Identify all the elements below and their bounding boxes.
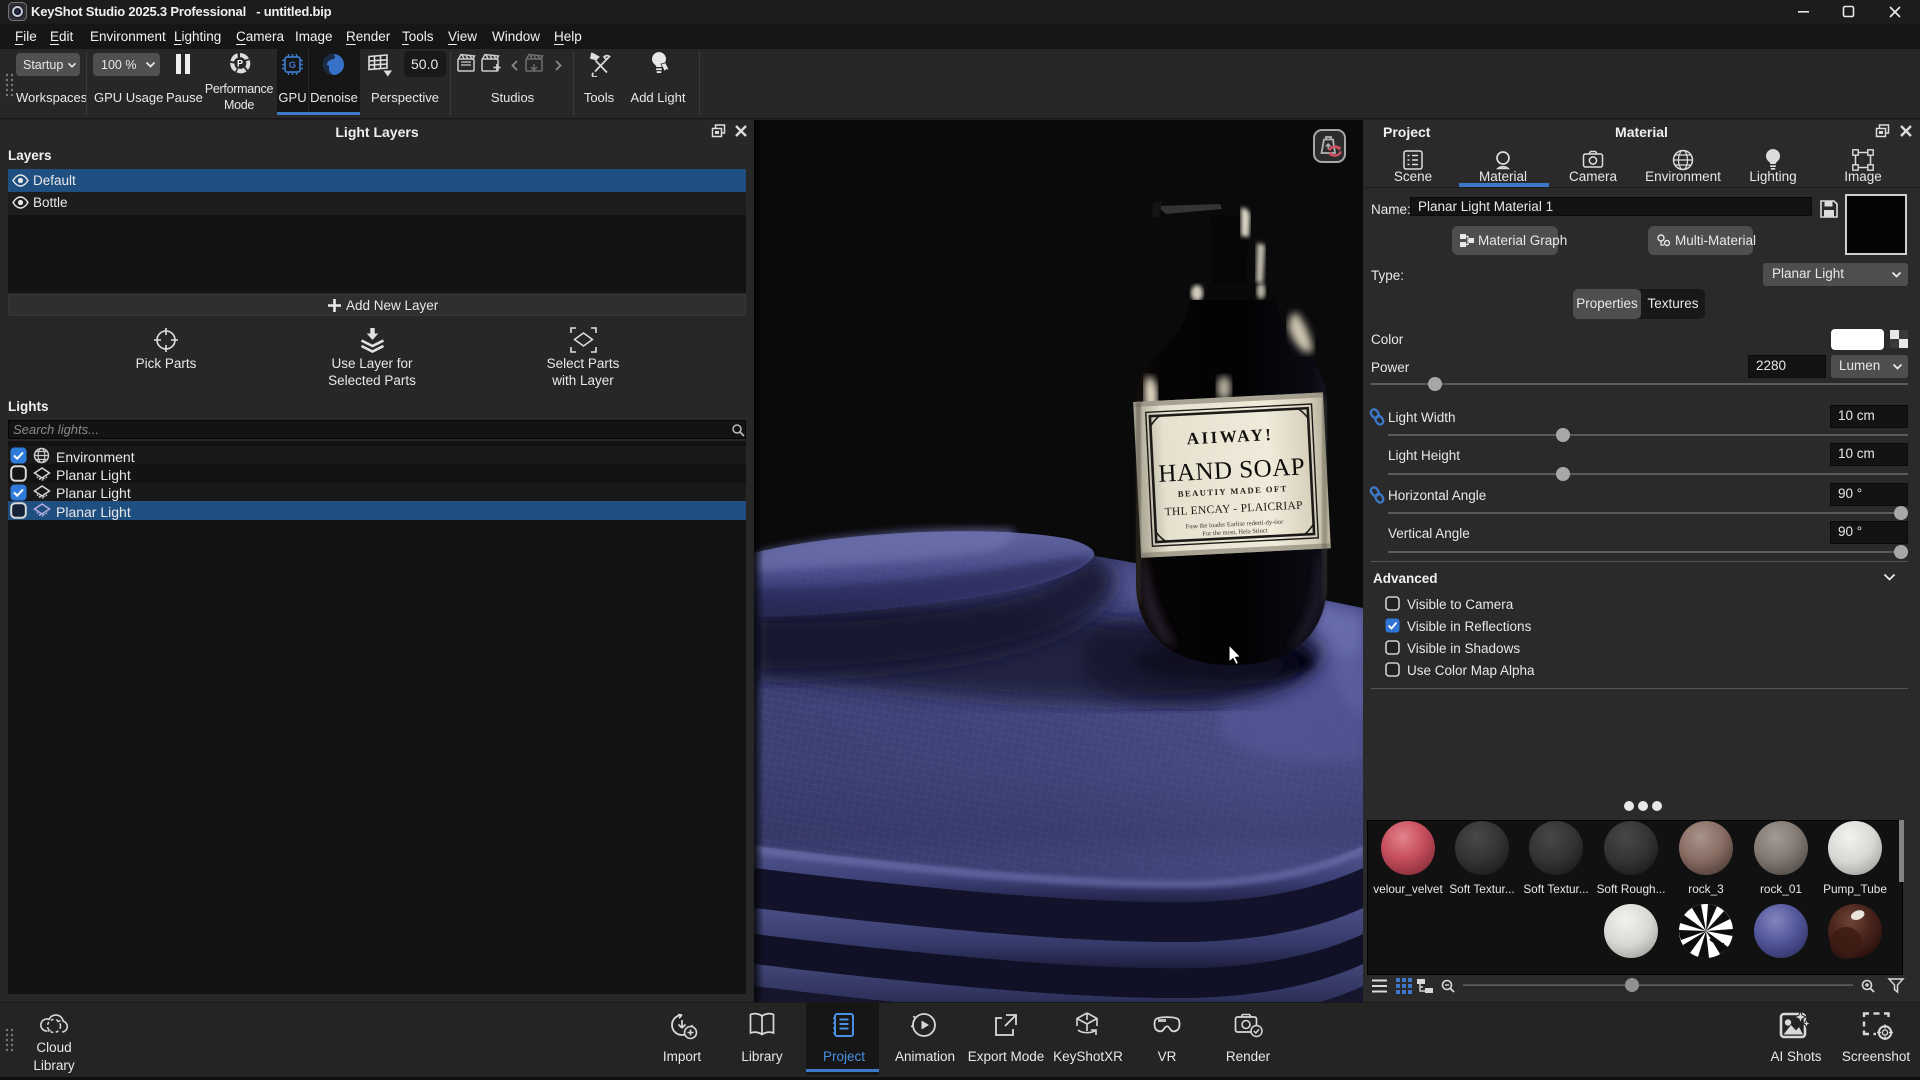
svg-text:Soft Textur...: Soft Textur... <box>1523 882 1588 896</box>
svg-text:rock_01: rock_01 <box>1760 882 1802 896</box>
svg-text:G: G <box>289 60 296 71</box>
svg-text:velour_velvet: velour_velvet <box>1373 882 1443 896</box>
svg-text:rock_3: rock_3 <box>1688 882 1724 896</box>
svg-text:P: P <box>237 59 243 69</box>
svg-text:Soft Textur...: Soft Textur... <box>1449 882 1514 896</box>
svg-text:Soft Rough...: Soft Rough... <box>1597 882 1666 896</box>
svg-text:Pump_Tube: Pump_Tube <box>1823 882 1887 896</box>
